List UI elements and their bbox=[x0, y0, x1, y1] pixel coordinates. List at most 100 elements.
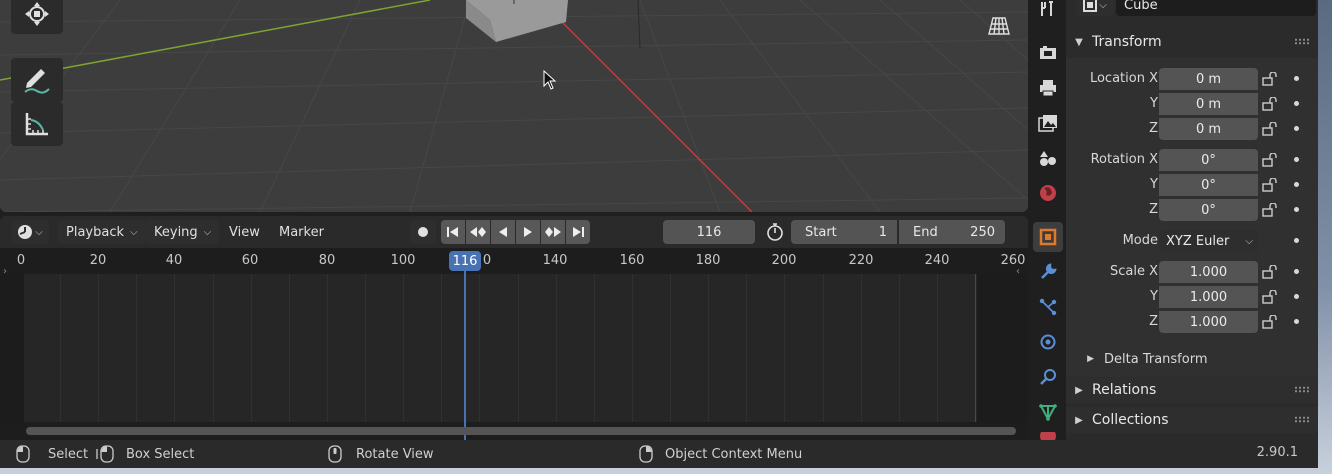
current-frame-field[interactable]: 116 bbox=[663, 220, 755, 244]
scale-y-field[interactable]: 1.000 bbox=[1159, 286, 1258, 308]
grid-icon bbox=[988, 17, 1010, 35]
3d-viewport[interactable] bbox=[0, 0, 1028, 212]
annotate-tool[interactable] bbox=[11, 58, 63, 102]
delta-transform-label: Delta Transform bbox=[1104, 351, 1208, 367]
measure-tool[interactable] bbox=[11, 102, 63, 146]
mouse-drag-icon bbox=[96, 445, 114, 463]
keyframe-dot-icon[interactable] bbox=[1294, 101, 1299, 106]
location-z-field[interactable]: 0 m bbox=[1159, 118, 1258, 140]
toggle-perspective-button[interactable] bbox=[984, 12, 1014, 40]
transform-panel-header[interactable]: ▼ Transform bbox=[1066, 29, 1318, 55]
keying-label: Keying bbox=[154, 224, 198, 240]
play-button[interactable] bbox=[516, 220, 540, 244]
chevron-left-icon[interactable]: ‹ bbox=[1016, 266, 1020, 277]
tab-constraints[interactable] bbox=[1033, 362, 1063, 392]
chevron-right-icon[interactable]: › bbox=[3, 266, 7, 277]
unlock-icon[interactable] bbox=[1262, 290, 1278, 304]
object-browse-button[interactable]: ⌵ bbox=[1076, 0, 1114, 16]
tab-object[interactable] bbox=[1033, 222, 1063, 252]
unlock-icon[interactable] bbox=[1262, 315, 1278, 329]
drag-grip-icon[interactable] bbox=[1294, 416, 1310, 423]
keyframe-dot-icon[interactable] bbox=[1294, 157, 1299, 162]
tab-output[interactable] bbox=[1033, 73, 1063, 103]
keyframe-dot-icon[interactable] bbox=[1294, 269, 1299, 274]
scale-z-field[interactable]: 1.000 bbox=[1159, 311, 1258, 333]
jump-keyframe-forward-button[interactable] bbox=[541, 220, 565, 244]
constraint-icon bbox=[1040, 369, 1056, 385]
keyframe-dot-icon[interactable] bbox=[1294, 238, 1299, 243]
end-value: 250 bbox=[970, 224, 995, 240]
unlock-icon[interactable] bbox=[1262, 265, 1278, 279]
scale-y-label: Y bbox=[1150, 289, 1158, 304]
keyframe-dot-icon[interactable] bbox=[1294, 126, 1299, 131]
tick-label: 140 bbox=[542, 253, 568, 268]
editor-type-selector[interactable]: ⌵ bbox=[11, 220, 49, 244]
horizontal-scrollbar[interactable] bbox=[26, 427, 1016, 435]
rotation-z-field[interactable]: 0° bbox=[1159, 199, 1258, 221]
unlock-icon[interactable] bbox=[1262, 178, 1278, 192]
tab-material[interactable] bbox=[1033, 432, 1063, 440]
rotation-x-field[interactable]: 0° bbox=[1159, 149, 1258, 171]
tab-modifiers[interactable] bbox=[1033, 257, 1063, 287]
keyframe-back-icon bbox=[470, 227, 486, 237]
object-properties-panel: ⌵ Cube ▼ Transform Location X 0 m Y 0 m bbox=[1066, 0, 1318, 440]
measure-icon bbox=[25, 113, 48, 136]
tab-particles[interactable] bbox=[1033, 292, 1063, 322]
rotation-y-field[interactable]: 0° bbox=[1159, 174, 1258, 196]
jump-keyframe-back-button[interactable] bbox=[466, 220, 490, 244]
keyframe-dot-icon[interactable] bbox=[1294, 182, 1299, 187]
unlock-icon[interactable] bbox=[1262, 97, 1278, 111]
tab-render[interactable] bbox=[1033, 38, 1063, 68]
jump-to-end-button[interactable] bbox=[566, 220, 590, 244]
frame-ruler[interactable]: 0 20 40 60 80 100 0 140 160 180 200 220 … bbox=[0, 248, 1028, 274]
unlock-icon[interactable] bbox=[1262, 153, 1278, 167]
triangle-right-icon: ▶ bbox=[1075, 414, 1083, 426]
location-x-field[interactable]: 0 m bbox=[1159, 68, 1258, 90]
tick-label: 160 bbox=[619, 253, 645, 268]
drag-grip-icon[interactable] bbox=[1294, 386, 1310, 393]
playhead-line[interactable] bbox=[464, 271, 466, 440]
tick-label: 80 bbox=[318, 253, 336, 268]
keying-menu[interactable]: Keying ⌵ bbox=[146, 220, 220, 244]
relations-panel-header[interactable]: ▶ Relations bbox=[1066, 377, 1318, 403]
jump-to-start-button[interactable] bbox=[441, 220, 465, 244]
unlock-icon[interactable] bbox=[1262, 203, 1278, 217]
keyframe-dot-icon[interactable] bbox=[1294, 207, 1299, 212]
playback-menu[interactable]: Playback ⌵ bbox=[58, 220, 146, 244]
object-name-field[interactable]: Cube bbox=[1116, 0, 1316, 16]
transform-tool[interactable] bbox=[11, 0, 63, 34]
marker-menu[interactable]: Marker bbox=[273, 220, 330, 244]
end-frame-field[interactable]: End 250 bbox=[899, 220, 1005, 244]
unlock-icon[interactable] bbox=[1262, 72, 1278, 86]
keyframe-dot-icon[interactable] bbox=[1294, 319, 1299, 324]
rotation-x-row: Rotation X 0° bbox=[1066, 149, 1318, 171]
physics-orbit-icon bbox=[1040, 334, 1056, 350]
tab-tool[interactable] bbox=[1033, 0, 1063, 24]
tab-object-data[interactable] bbox=[1033, 397, 1063, 427]
unlock-icon[interactable] bbox=[1262, 122, 1278, 136]
scale-x-field[interactable]: 1.000 bbox=[1159, 261, 1258, 283]
start-frame-field[interactable]: Start 1 bbox=[791, 220, 897, 244]
keyframe-dot-icon[interactable] bbox=[1294, 294, 1299, 299]
collections-panel-header[interactable]: ▶ Collections bbox=[1066, 407, 1318, 433]
tab-physics[interactable] bbox=[1033, 327, 1063, 357]
tab-world[interactable] bbox=[1033, 178, 1063, 208]
chevron-down-icon: ⌵ bbox=[35, 226, 43, 238]
status-box-select-hint: Box Select bbox=[96, 445, 194, 463]
transform-icon bbox=[25, 2, 49, 26]
drag-grip-icon[interactable] bbox=[1294, 38, 1310, 45]
view-menu[interactable]: View bbox=[223, 220, 266, 244]
tab-view-layer[interactable] bbox=[1033, 108, 1063, 138]
auto-keying-button[interactable] bbox=[410, 220, 436, 244]
rotation-y-label: Y bbox=[1150, 177, 1158, 192]
rotation-mode-select[interactable]: XYZ Euler ⌵ bbox=[1159, 230, 1259, 252]
play-reverse-button[interactable] bbox=[491, 220, 515, 244]
location-y-field[interactable]: 0 m bbox=[1159, 93, 1258, 115]
playback-label: Playback bbox=[66, 224, 125, 240]
tab-scene[interactable] bbox=[1033, 143, 1063, 173]
playhead-frame-badge[interactable]: 116 bbox=[449, 251, 481, 271]
preview-range-button[interactable] bbox=[762, 220, 788, 244]
keyframe-area[interactable] bbox=[24, 274, 1026, 422]
delta-transform-header[interactable]: ▶ Delta Transform bbox=[1066, 347, 1318, 371]
keyframe-dot-icon[interactable] bbox=[1294, 76, 1299, 81]
